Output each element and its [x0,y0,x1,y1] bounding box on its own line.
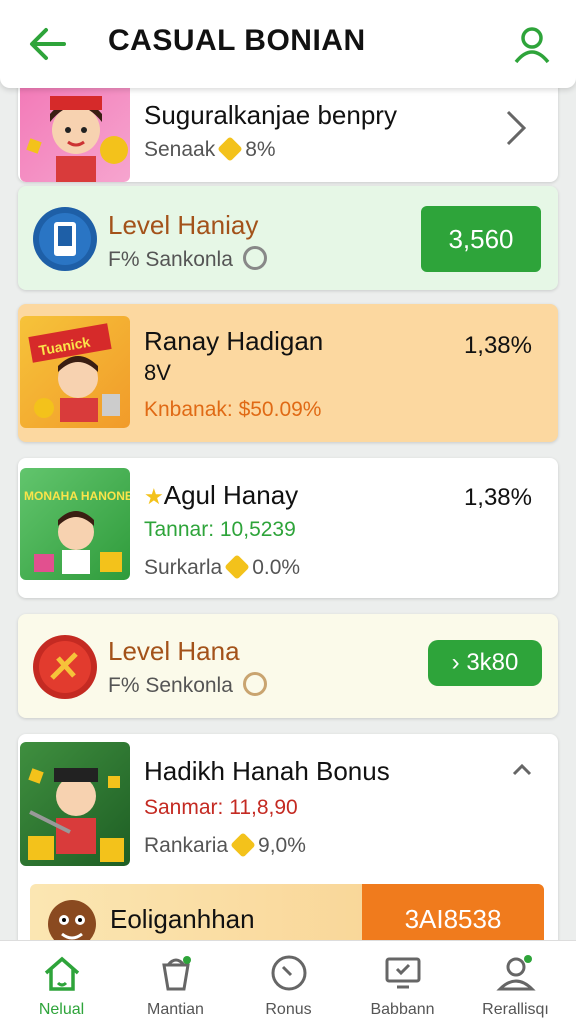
sub-value: 0.0% [252,556,301,579]
phone-icon [33,207,97,271]
chevron-right-icon[interactable] [504,108,528,148]
percent-label: 1,38% [463,332,532,359]
card-level-1[interactable]: Level Haniay F% Sankonla 3,560 [18,186,558,290]
card-bonus[interactable]: Hadikh Hanah Bonus Sanmar: 11,8,90 Ranka… [18,734,558,940]
star-icon: ★ [144,484,164,509]
refresh-icon [242,672,267,696]
card-subline: F% Senkonla [108,672,267,698]
sub-label: Rankaria [144,834,229,857]
card-value: Sanmar: 11,8,90 [144,796,298,819]
chevron-up-icon[interactable] [510,758,534,782]
card-level-2[interactable]: Level Hana F% Senkonla › 3k80 [18,614,558,718]
tab-label: Rerallisqı [482,1001,549,1018]
game-thumbnail: MONAHA HANONEY [20,468,130,580]
tab-ronus[interactable]: Ronus [231,941,346,1025]
card-value: Tannar: 10,5239 [144,518,296,541]
sub-label: F% Senkonla [108,674,233,697]
card-subline: Senaak 8% [144,136,276,162]
tab-babbann[interactable]: Babbann [345,941,460,1025]
bottom-tab-bar: Nelual Mantian Ronus Babbann Rerallisqı [0,940,576,1025]
user-icon[interactable] [512,24,552,64]
mascot-icon [48,900,96,940]
sub-value: 8% [245,138,276,161]
percent-label: 1,38% [463,484,532,511]
card-subline: Rankaria 9,0% [144,832,306,858]
card-subline: Surkarla 0.0% [144,554,301,580]
bucket-icon [162,956,191,991]
tab-home[interactable]: Nelual [4,941,119,1025]
promo-title: Eoliganhhan [110,904,255,934]
thumb-text: MONAHA HANONEY [24,489,130,503]
page-title: CASUAL BONIAN [108,24,366,57]
clock-icon [271,955,307,991]
card-title: Ranay Hadigan [144,326,324,356]
sub-label: Surkarla [144,556,223,579]
amount-button[interactable]: › 3k80 [428,640,542,686]
refresh-icon [242,246,267,270]
card-value: Knbanak: $50.09% [144,398,322,421]
tab-label: Nelual [38,1001,85,1018]
tab-label: Mantian [147,1001,204,1018]
back-arrow-icon[interactable] [28,26,68,62]
card-title: Level Hana [108,636,240,666]
card-game-2[interactable]: Tuanick Ranay Hadigan 8V Knbanak: $50.09… [18,304,558,442]
coin-icon [224,554,250,580]
sub-value: 9,0% [258,834,306,857]
tab-mantian[interactable]: Mantian [118,941,233,1025]
promo-button[interactable]: 3AI8538 [362,884,544,940]
app-header: CASUAL BONIAN [0,0,576,88]
card-subtitle: 8V [144,360,171,385]
tab-label: Babbann [370,1001,435,1018]
card-title: Level Haniay [108,210,259,240]
monitor-icon [385,957,421,989]
game-thumbnail: Tuanick [20,316,130,428]
amount-button[interactable]: 3,560 [421,206,541,272]
user-icon [496,955,536,991]
card-title: Hadikh Hanah Bonus [144,756,390,786]
tab-label: Ronus [265,1001,312,1018]
card-title: Suguralkanjae benpry [144,100,397,130]
arrow-icon: › [451,649,460,676]
coin-icon [230,832,256,858]
card-subline: F% Sankonla [108,246,267,272]
button-label: 3k80 [466,649,519,676]
sub-label: Senaak [144,138,216,161]
game-thumbnail [20,742,130,866]
card-title-text: Agul Hanay [163,480,299,510]
badge-icon [33,635,97,699]
card-game-3[interactable]: MONAHA HANONEY ★Agul Hanay Tannar: 10,52… [18,458,558,598]
card-title: ★Agul Hanay [144,480,298,511]
card-list: Suguralkanjae benpry Senaak 8% Level Hani… [0,0,576,940]
sub-label: F% Sankonla [108,248,233,271]
home-icon [44,956,80,991]
coin-icon [217,136,243,162]
tab-rerallisqi[interactable]: Rerallisqı [458,941,573,1025]
promo-row[interactable]: Eoliganhhan 3AI8538 [30,884,544,940]
